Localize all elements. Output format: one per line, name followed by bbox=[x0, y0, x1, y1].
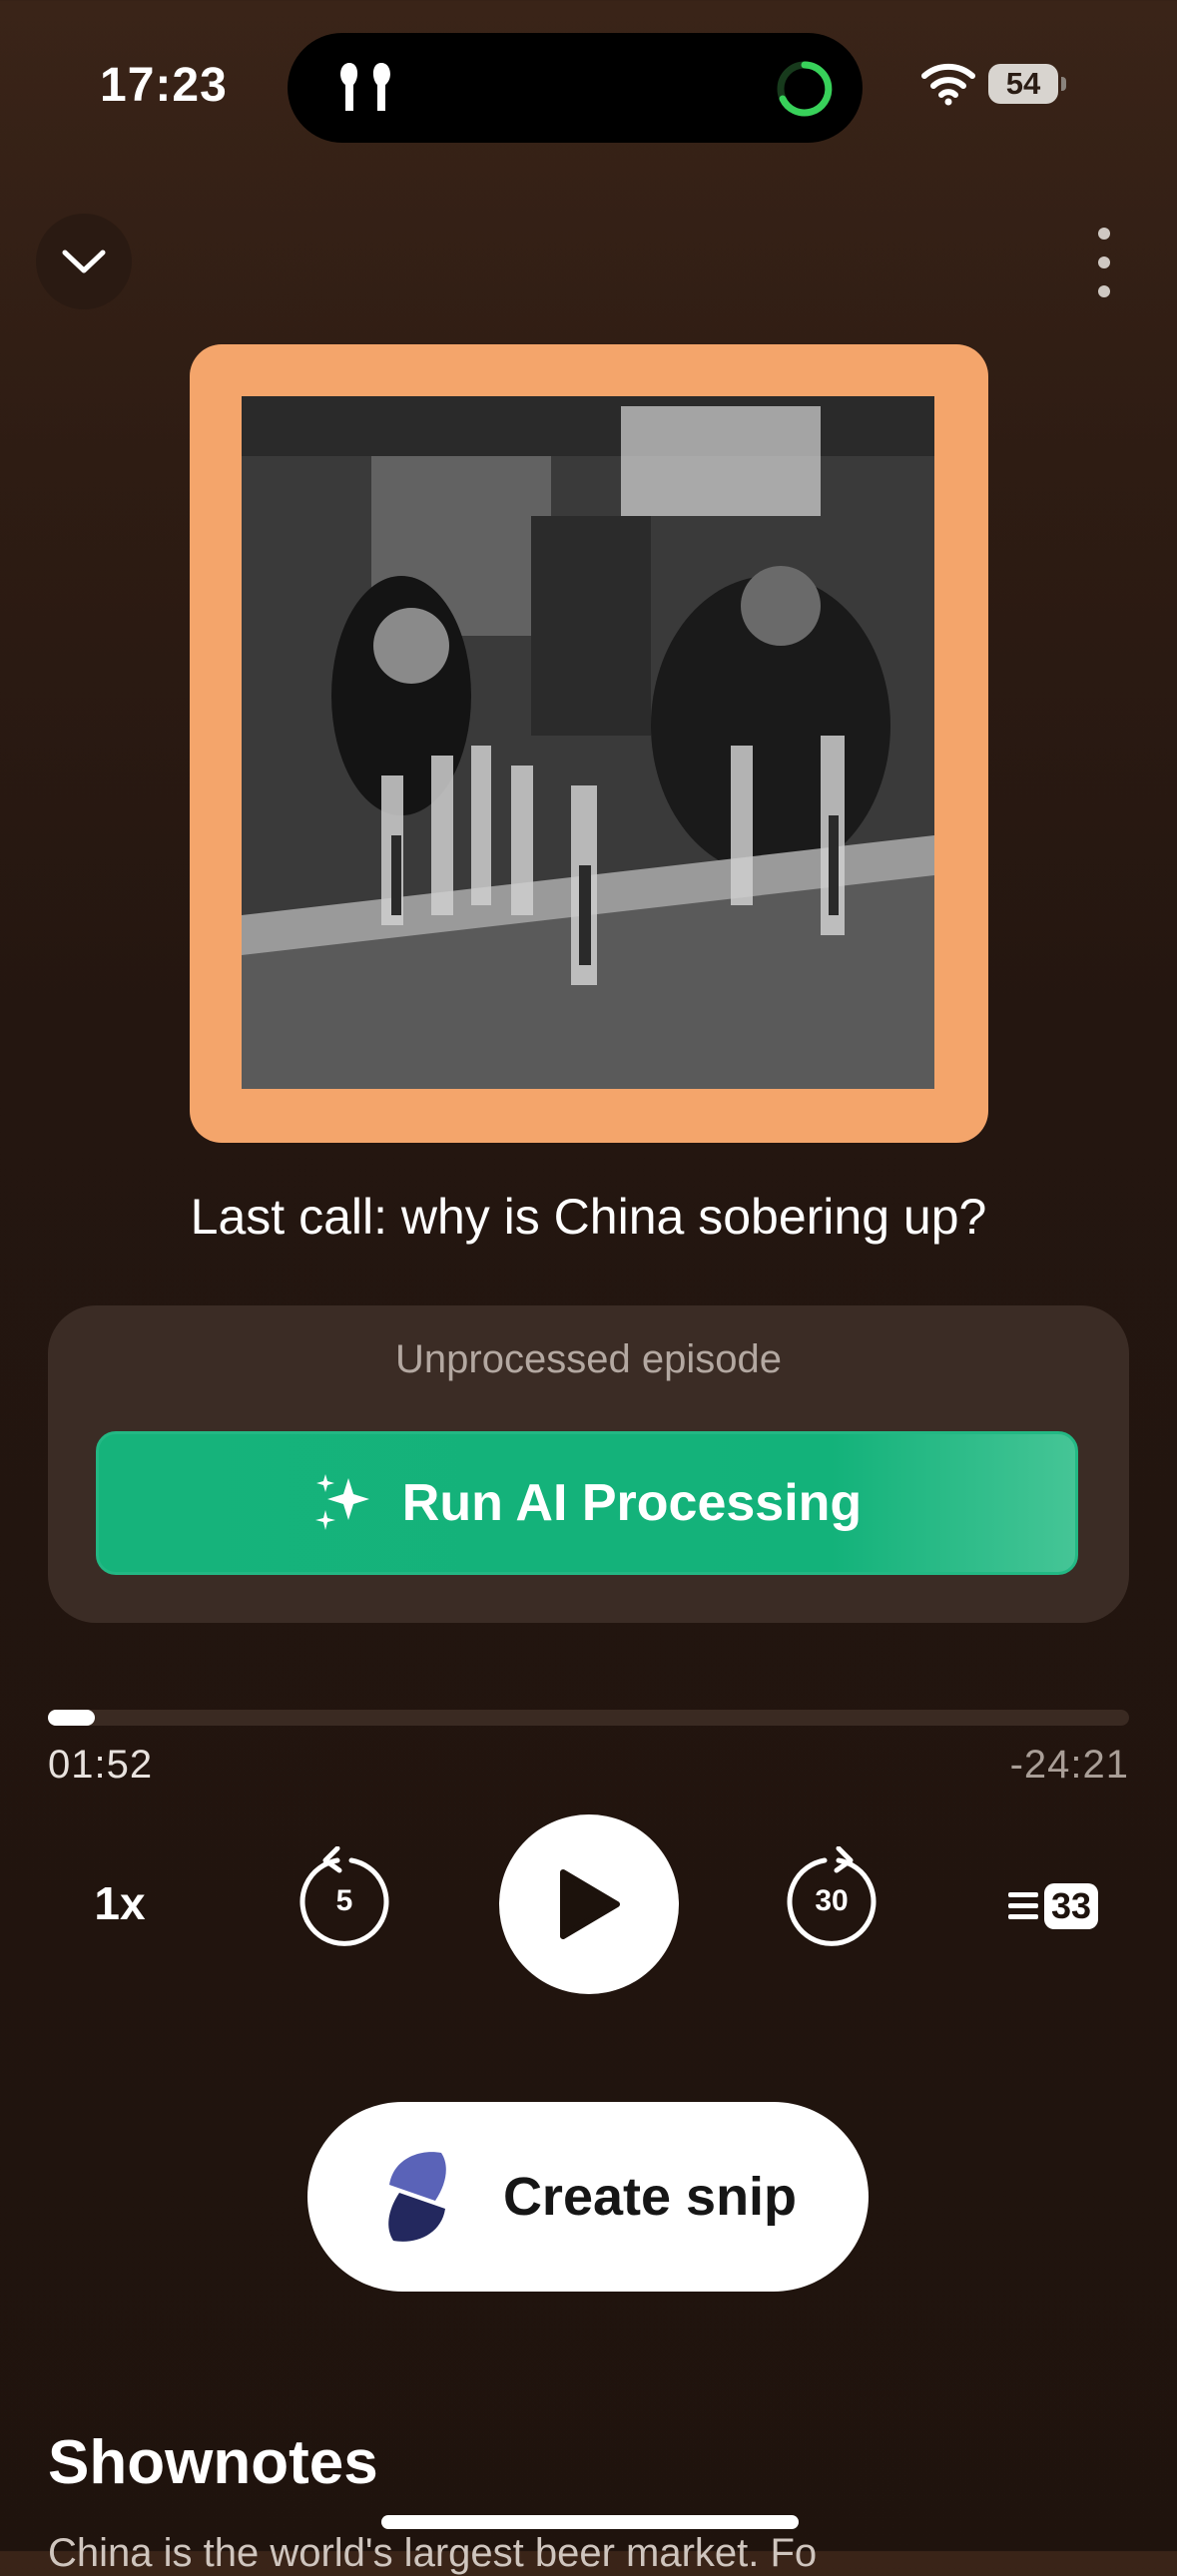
run-ai-processing-label: Run AI Processing bbox=[401, 1474, 863, 1532]
processing-status: Unprocessed episode bbox=[395, 1337, 782, 1381]
wifi-icon bbox=[921, 63, 975, 106]
more-options-button[interactable] bbox=[1086, 228, 1122, 297]
collapse-player-button[interactable] bbox=[36, 214, 132, 309]
play-icon bbox=[560, 1869, 620, 1939]
queue-icon bbox=[1008, 1892, 1038, 1919]
dynamic-island bbox=[288, 33, 863, 143]
run-ai-processing-button[interactable]: Run AI Processing bbox=[96, 1431, 1078, 1575]
elapsed-time: 01:52 bbox=[48, 1743, 154, 1787]
chevron-down-icon bbox=[62, 250, 106, 273]
create-snip-label: Create snip bbox=[502, 2167, 798, 2227]
skip-forward-button[interactable]: 30 bbox=[777, 1845, 886, 1956]
skip-back-seconds: 5 bbox=[335, 1884, 353, 1917]
create-snip-button[interactable]: Create snip bbox=[307, 2102, 869, 2292]
snipd-logo-icon bbox=[388, 2152, 446, 2242]
episode-title: Last call: why is China sobering up? bbox=[190, 1189, 987, 1245]
home-indicator[interactable] bbox=[381, 2515, 799, 2529]
status-time: 17:23 bbox=[100, 59, 228, 112]
battery-level: 54 bbox=[988, 64, 1058, 104]
battery-icon: 54 bbox=[988, 64, 1068, 106]
sparkles-icon bbox=[314, 1474, 369, 1530]
playback-scrubber[interactable] bbox=[48, 1710, 1129, 1726]
activity-ring-icon bbox=[777, 61, 833, 117]
queue-count: 33 bbox=[1044, 1883, 1099, 1929]
remaining-time: -24:21 bbox=[1009, 1743, 1129, 1787]
more-vertical-icon bbox=[1098, 228, 1110, 240]
skip-back-button[interactable]: 5 bbox=[290, 1845, 399, 1956]
playback-progress-fill bbox=[48, 1710, 95, 1726]
shownotes-preview: China is the world's largest beer market… bbox=[48, 2531, 818, 2575]
skip-forward-seconds: 30 bbox=[815, 1884, 849, 1917]
queue-button[interactable]: 33 bbox=[1008, 1876, 1114, 1936]
airpods-icon bbox=[340, 63, 390, 111]
artwork-photo bbox=[242, 396, 934, 1089]
play-button[interactable] bbox=[499, 1814, 679, 1994]
ai-processing-card: Unprocessed episode Run AI Processing bbox=[48, 1305, 1129, 1623]
playback-speed-button[interactable]: 1x bbox=[80, 1876, 160, 1946]
shownotes-heading: Shownotes bbox=[48, 2428, 378, 2497]
episode-artwork bbox=[190, 344, 988, 1143]
